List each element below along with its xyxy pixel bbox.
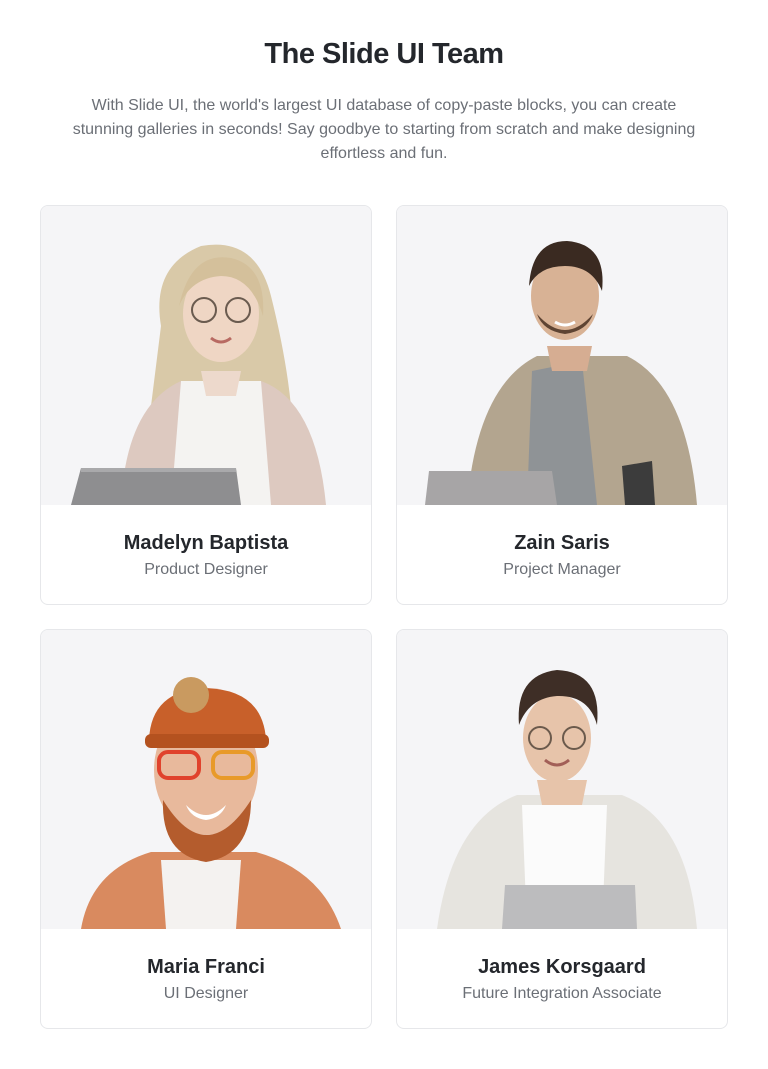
portrait-man-beanie-glasses-image	[81, 677, 341, 929]
team-photo	[397, 206, 727, 505]
team-photo	[397, 630, 727, 929]
team-card-zain-saris[interactable]: Zain Saris Project Manager	[396, 205, 728, 605]
member-name: Madelyn Baptista	[123, 532, 289, 554]
member-name: Maria Franci	[147, 956, 265, 978]
page-description: With Slide UI, the world's largest UI da…	[72, 97, 696, 162]
portrait-man-jacket-laptop-image	[425, 241, 697, 505]
portrait-woman-laptop-image	[71, 244, 326, 505]
team-card-madelyn-baptista[interactable]: Madelyn Baptista Product Designer	[40, 205, 372, 605]
member-role: UI Designer	[163, 985, 249, 1002]
team-section: The Slide UI Team With Slide UI, the wor…	[0, 0, 768, 1069]
team-photo	[41, 630, 371, 929]
member-name: Zain Saris	[514, 532, 610, 554]
member-role: Project Manager	[503, 561, 621, 578]
member-name: James Korsgaard	[478, 956, 646, 978]
team-photo	[41, 206, 371, 505]
team-card-james-korsgaard[interactable]: James Korsgaard Future Integration Assoc…	[396, 629, 728, 1029]
member-role: Future Integration Associate	[462, 985, 662, 1002]
portrait-man-cardigan-laptop-image	[437, 670, 697, 929]
member-role: Product Designer	[144, 561, 268, 578]
page-title: The Slide UI Team	[264, 38, 504, 70]
team-card-maria-franci[interactable]: Maria Franci UI Designer	[40, 629, 372, 1029]
